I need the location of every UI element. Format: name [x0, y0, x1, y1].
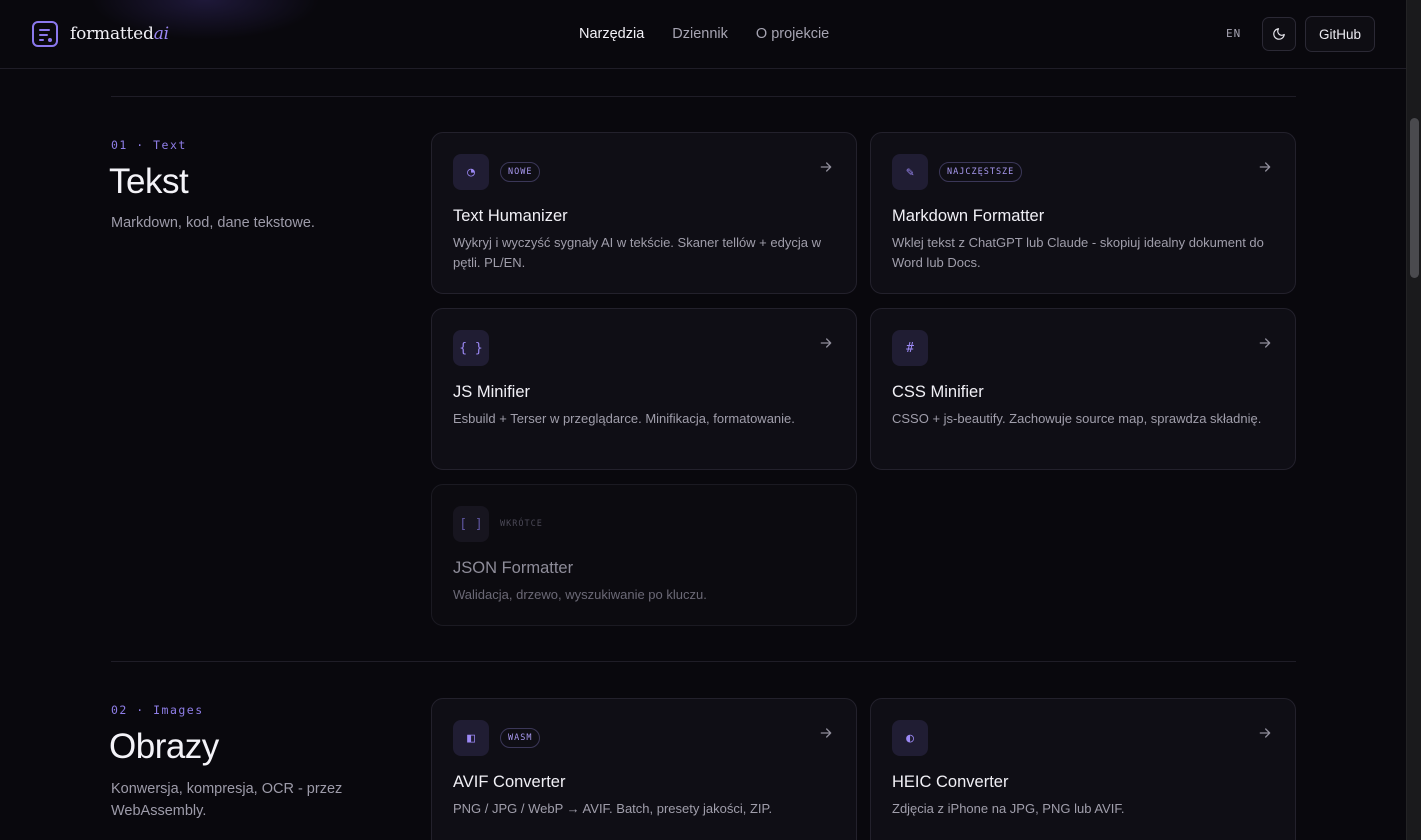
- github-button[interactable]: GitHub: [1305, 16, 1375, 52]
- theme-toggle-button[interactable]: [1262, 17, 1296, 51]
- card-title: CSS Minifier: [892, 383, 984, 401]
- moon-icon: [1273, 28, 1285, 40]
- arrow-right-icon: [820, 728, 832, 738]
- tool-card-js-minifier[interactable]: { } JS Minifier Esbuild + Terser w przeg…: [431, 308, 857, 470]
- arrow-right-icon: [820, 162, 832, 172]
- card-title: HEIC Converter: [892, 773, 1009, 791]
- logo-text: formattedai: [70, 24, 169, 44]
- card-description: Zdjęcia z iPhone na JPG, PNG lub AVIF.: [892, 801, 1125, 816]
- tool-card-heic-converter[interactable]: ◐ HEIC Converter Zdjęcia z iPhone na JPG…: [870, 698, 1296, 840]
- arrow-right-icon: [820, 338, 832, 348]
- card-title: JSON Formatter: [453, 559, 574, 577]
- hash-icon: #: [892, 330, 928, 366]
- section-description: Markdown, kod, dane tekstowe.: [111, 215, 315, 231]
- logo-accent: ai: [153, 24, 169, 44]
- card-description: Wklej tekst z ChatGPT lub Claude - skopi…: [892, 235, 1264, 270]
- page-scrollbar[interactable]: [1406, 0, 1421, 840]
- badge-popular: NAJCZĘSTSZE: [939, 162, 1023, 182]
- card-title: AVIF Converter: [453, 773, 566, 791]
- card-description: PNG / JPG / WebP → AVIF. Batch, presety …: [453, 801, 773, 816]
- arrow-right-icon: [1259, 728, 1271, 738]
- pie-icon: ◔: [453, 154, 489, 190]
- section-title: Obrazy: [109, 727, 219, 766]
- logo-main: formatted: [70, 24, 154, 44]
- logo-link[interactable]: formattedai: [32, 20, 169, 48]
- nav-item-narzedzia[interactable]: Narzędzia: [579, 24, 644, 44]
- card-description: Walidacja, drzewo, wyszukiwanie po klucz…: [453, 587, 707, 602]
- arrow-right-icon: [1259, 338, 1271, 348]
- site-header: formattedai Narzędzia Dziennik O projekc…: [0, 0, 1406, 69]
- arrow-right-icon: [1259, 162, 1271, 172]
- section-divider: [111, 96, 1296, 97]
- card-description: Wykryj i wyczyść sygnały AI w tekście. S…: [453, 235, 821, 270]
- section-label: 01 · Text: [111, 138, 187, 152]
- language-switch[interactable]: EN: [1226, 27, 1241, 40]
- half-circle-icon: ◐: [892, 720, 928, 756]
- brackets-icon: [ ]: [453, 506, 489, 542]
- section-divider: [111, 661, 1296, 662]
- card-title: Text Humanizer: [453, 207, 568, 225]
- tool-card-markdown-formatter[interactable]: ✎ NAJCZĘSTSZE Markdown Formatter Wklej t…: [870, 132, 1296, 294]
- pencil-icon: ✎: [892, 154, 928, 190]
- badge-wasm: WASM: [500, 728, 541, 748]
- half-square-icon: ◧: [453, 720, 489, 756]
- tool-card-json-formatter: [ ] WKRÓTCE JSON Formatter Walidacja, dr…: [431, 484, 857, 626]
- main-nav: Narzędzia Dziennik O projekcie: [579, 24, 829, 44]
- tool-card-avif-converter[interactable]: ◧ WASM AVIF Converter PNG / JPG / WebP →…: [431, 698, 857, 840]
- tool-card-text-humanizer[interactable]: ◔ NOWE Text Humanizer Wykryj i wyczyść s…: [431, 132, 857, 294]
- card-title: JS Minifier: [453, 383, 531, 401]
- card-description: Esbuild + Terser w przeglądarce. Minifik…: [453, 411, 795, 426]
- section-label: 02 · Images: [111, 703, 204, 717]
- braces-icon: { }: [453, 330, 489, 366]
- section-description: Konwersja, kompresja, OCR - przez WebAss…: [111, 781, 343, 819]
- card-description: CSSO + js-beautify. Zachowuje source map…: [892, 411, 1262, 426]
- nav-item-dziennik[interactable]: Dziennik: [672, 24, 728, 44]
- section-title: Tekst: [109, 162, 189, 201]
- badge-coming-soon: WKRÓTCE: [500, 519, 543, 529]
- card-title: Markdown Formatter: [892, 207, 1045, 225]
- logo-icon: [32, 21, 58, 47]
- badge-new: NOWE: [500, 162, 541, 182]
- scroll-thumb[interactable]: [1410, 118, 1419, 278]
- tool-card-css-minifier[interactable]: # CSS Minifier CSSO + js-beautify. Zacho…: [870, 308, 1296, 470]
- nav-item-o-projekcie[interactable]: O projekcie: [756, 24, 829, 44]
